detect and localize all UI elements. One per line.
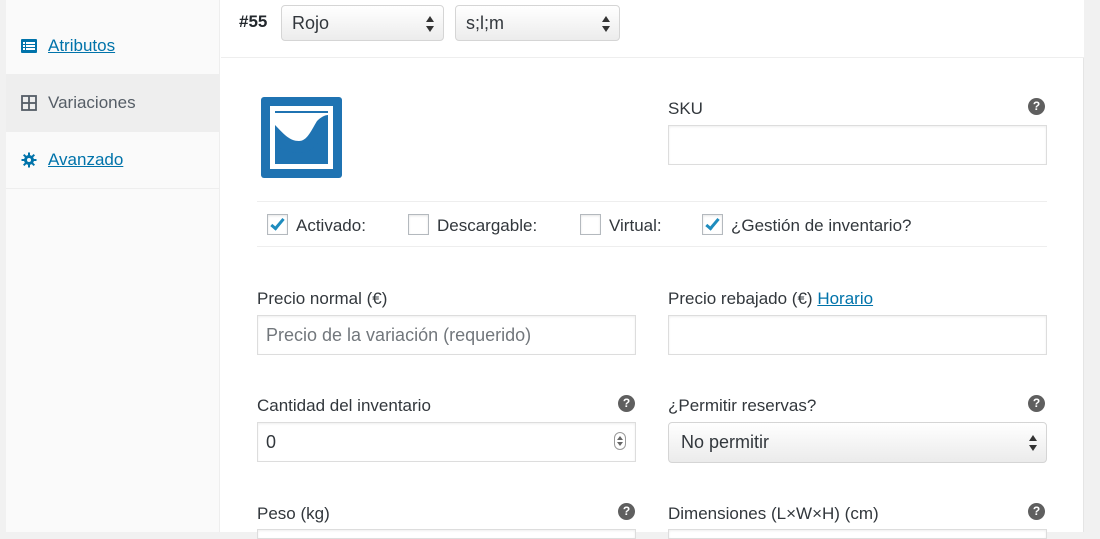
regular-price-label: Precio normal (€) [257, 289, 388, 308]
sku-input[interactable] [668, 125, 1047, 165]
backorders-select[interactable]: No permitir [668, 422, 1047, 463]
enabled-label: Activado: [296, 216, 366, 235]
variation-number: #55 [239, 12, 268, 31]
attribute-size-value: s;l;m [466, 12, 504, 33]
sale-price-input[interactable] [668, 315, 1047, 355]
enabled-checkbox[interactable] [267, 214, 288, 235]
attribute-color-value: Rojo [292, 12, 330, 33]
sku-label: SKU [668, 99, 703, 118]
variation-image-upload[interactable] [261, 97, 342, 178]
manage-stock-label: ¿Gestión de inventario? [731, 216, 912, 235]
sale-schedule-link[interactable]: Horario [817, 289, 873, 308]
checkmark-icon [705, 215, 720, 231]
number-stepper-icon[interactable] [614, 432, 626, 450]
product-data-tabs: Atributos Variaciones Avanzado [6, 0, 220, 532]
grid-icon [20, 94, 38, 112]
weight-help-icon[interactable]: ? [618, 503, 635, 520]
stock-quantity-input[interactable] [257, 422, 636, 462]
sale-price-label-row: Precio rebajado (€) Horario [668, 289, 873, 309]
tab-variations[interactable]: Variaciones [6, 75, 220, 132]
dimensions-label: Dimensiones (L×W×H) (cm) [668, 504, 879, 523]
divider [257, 246, 1047, 247]
gear-icon [20, 151, 38, 169]
select-arrows-icon [426, 15, 434, 33]
downloadable-label: Descargable: [437, 216, 538, 235]
backorders-value: No permitir [681, 432, 770, 452]
dimensions-help-icon[interactable]: ? [1028, 503, 1045, 520]
stock-quantity-help-icon[interactable]: ? [618, 395, 635, 412]
downloadable-checkbox[interactable] [408, 214, 429, 235]
checkmark-icon [270, 215, 285, 231]
weight-label: Peso (kg) [257, 504, 330, 523]
sku-help-icon[interactable]: ? [1028, 98, 1045, 115]
select-arrows-icon [602, 15, 610, 33]
attribute-color-select[interactable]: Rojo [281, 5, 444, 41]
tab-attributes-label: Atributos [48, 36, 116, 55]
manage-stock-checkbox[interactable] [702, 214, 723, 235]
regular-price-input[interactable] [257, 315, 636, 355]
tab-attributes[interactable]: Atributos [6, 18, 220, 75]
tab-advanced[interactable]: Avanzado [6, 132, 220, 189]
image-placeholder-icon [261, 97, 342, 178]
tab-variations-label: Variaciones [48, 93, 136, 112]
virtual-checkbox[interactable] [580, 214, 601, 235]
attribute-size-select[interactable]: s;l;m [455, 5, 620, 41]
weight-input[interactable] [257, 529, 636, 539]
dimensions-input[interactable] [668, 529, 1047, 539]
backorders-help-icon[interactable]: ? [1028, 395, 1045, 412]
sale-price-label: Precio rebajado (€) [668, 289, 813, 308]
tab-advanced-label: Avanzado [48, 150, 124, 169]
stock-quantity-label: Cantidad del inventario [257, 396, 431, 415]
select-arrows-icon [1029, 434, 1037, 452]
stock-quantity-field [257, 422, 636, 462]
page-background-right [1085, 0, 1100, 532]
virtual-label: Virtual: [609, 216, 662, 235]
backorders-label: ¿Permitir reservas? [668, 396, 817, 415]
divider [257, 201, 1047, 202]
list-icon [20, 37, 38, 55]
